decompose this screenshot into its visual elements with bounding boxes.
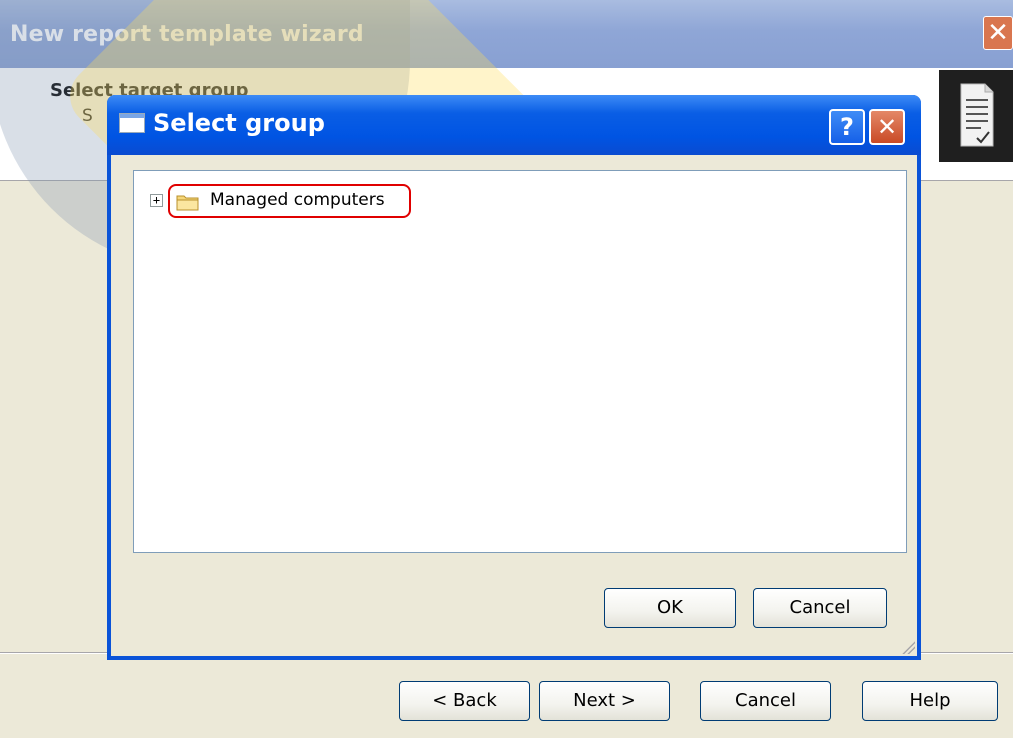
dialog-help-button[interactable]: ? [829, 109, 865, 145]
wizard-close-button[interactable]: ✕ [983, 16, 1013, 50]
wizard-step-subtitle: S [82, 106, 93, 126]
dialog-title: Select group [153, 109, 325, 137]
tree-item-managed-computers[interactable]: Managed computers [168, 184, 411, 218]
expand-plus-icon[interactable]: + [150, 194, 163, 207]
dialog-cancel-button[interactable]: Cancel [753, 588, 887, 628]
tree-item-label: Managed computers [210, 190, 385, 210]
dialog-body: + Managed computers OK Cancel [111, 155, 917, 656]
folder-icon [176, 193, 200, 211]
wizard-titlebar[interactable]: New report template wizard ✕ [0, 0, 1013, 68]
close-icon: ✕ [876, 113, 898, 141]
select-group-dialog: Select group ? ✕ + Managed computers OK … [107, 95, 921, 660]
dialog-titlebar[interactable]: Select group ? ✕ [107, 95, 921, 155]
back-button[interactable]: < Back [399, 681, 530, 721]
help-button[interactable]: Help [862, 681, 998, 721]
wizard-cancel-button[interactable]: Cancel [700, 681, 831, 721]
report-document-icon [939, 70, 1013, 162]
group-tree-view[interactable]: + Managed computers [133, 170, 907, 553]
ok-button[interactable]: OK [604, 588, 736, 628]
question-mark-icon: ? [840, 113, 854, 141]
resize-grip-icon[interactable] [899, 638, 915, 654]
window-icon [119, 113, 145, 133]
dialog-close-button[interactable]: ✕ [869, 109, 905, 145]
wizard-title: New report template wizard [10, 22, 364, 47]
close-icon: ✕ [987, 18, 1009, 48]
next-button[interactable]: Next > [539, 681, 670, 721]
